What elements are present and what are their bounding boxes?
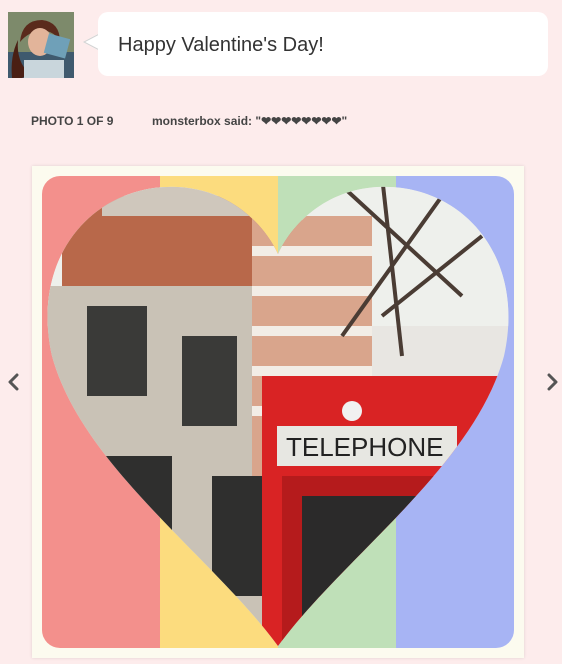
photo[interactable]: TELEPHONE [42,176,514,648]
avatar-image [8,12,74,78]
avatar[interactable] [8,12,74,78]
photo-frame: TELEPHONE [32,166,524,658]
message-bubble: Happy Valentine's Day! [98,12,548,76]
caption-line: monsterbox said: "❤❤❤❤❤❤❤❤" [152,114,347,128]
caption-text: "❤❤❤❤❤❤❤❤" [255,114,348,128]
chevron-left-icon[interactable] [6,370,22,394]
said-label: said: [224,114,253,128]
message-text: Happy Valentine's Day! [118,34,324,56]
photo-image: TELEPHONE [42,176,514,648]
photo-counter: PHOTO 1 OF 9 [31,114,114,128]
phone-sign-text: TELEPHONE [286,432,444,462]
chevron-right-icon[interactable] [544,370,560,394]
author-link[interactable]: monsterbox [152,114,221,128]
